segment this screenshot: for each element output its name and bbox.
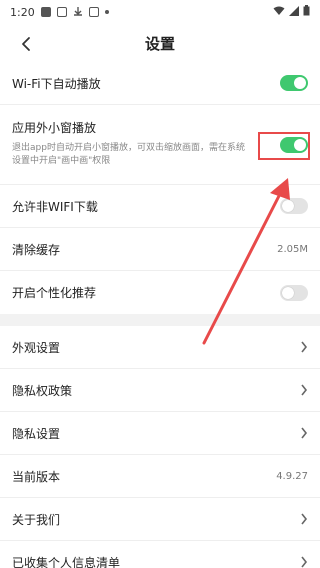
clear-cache-label: 清除缓存 [12,242,61,257]
non-wifi-download-row: 允许非WIFI下载 [0,185,320,228]
app-icon [88,7,99,17]
collected-info-label: 已收集个人信息清单 [12,555,121,568]
chevron-right-icon [300,384,308,396]
back-button[interactable] [14,32,38,56]
signal-icon [289,5,299,19]
mini-window-description: 退出app时自动开启小窗播放，可双击缩放画面，需在系统设置中开启"画中画"权限 [12,143,245,166]
page-title: 设置 [144,34,175,53]
status-bar: 1:20 [0,0,320,24]
settings-toggles-section: Wi-Fi下自动播放 应用外小窗播放 退出app时自动开启小窗播放，可双击缩放画… [0,62,320,314]
status-time: 1:20 [10,5,35,19]
personalized-label: 开启个性化推荐 [12,286,97,300]
version-row: 当前版本 4.9.27 [0,455,320,498]
privacy-settings-label: 隐私设置 [12,426,61,441]
collected-info-row[interactable]: 已收集个人信息清单 [0,541,320,568]
wifi-icon [273,6,285,19]
chevron-right-icon [300,513,308,525]
chevron-right-icon [300,427,308,439]
about-row[interactable]: 关于我们 [0,498,320,541]
wifi-autoplay-toggle[interactable] [280,75,308,91]
clear-cache-row[interactable]: 清除缓存 2.05M [0,228,320,271]
version-value: 4.9.27 [276,470,308,482]
download-icon [73,6,83,19]
notification-icon [40,7,51,17]
chevron-left-icon [22,37,30,51]
chevron-right-icon [300,341,308,353]
version-label: 当前版本 [12,469,61,484]
appearance-label: 外观设置 [12,340,61,355]
privacy-settings-row[interactable]: 隐私设置 [0,412,320,455]
battery-icon [303,5,310,19]
about-label: 关于我们 [12,512,61,527]
personalized-toggle[interactable] [280,284,308,301]
settings-menu-section: 外观设置 隐私权政策 隐私设置 当前版本 4.9.27 关于我们 已收集个人信息… [0,326,320,568]
cache-size-value: 2.05M [277,243,308,255]
wifi-autoplay-row: Wi-Fi下自动播放 [0,62,320,105]
more-notifications-icon [104,10,109,14]
header-bar: 设置 [0,24,320,62]
non-wifi-download-toggle[interactable] [280,198,308,214]
privacy-policy-row[interactable]: 隐私权政策 [0,369,320,412]
music-icon [56,7,67,17]
mini-window-label: 应用外小窗播放 [12,121,97,135]
section-divider [0,314,320,326]
personalized-row: 开启个性化推荐 [0,271,320,314]
chevron-right-icon [300,556,308,568]
non-wifi-download-label: 允许非WIFI下载 [12,199,98,214]
appearance-row[interactable]: 外观设置 [0,326,320,369]
wifi-autoplay-label: Wi-Fi下自动播放 [12,76,101,91]
privacy-policy-label: 隐私权政策 [12,383,73,398]
highlight-box [258,132,310,160]
